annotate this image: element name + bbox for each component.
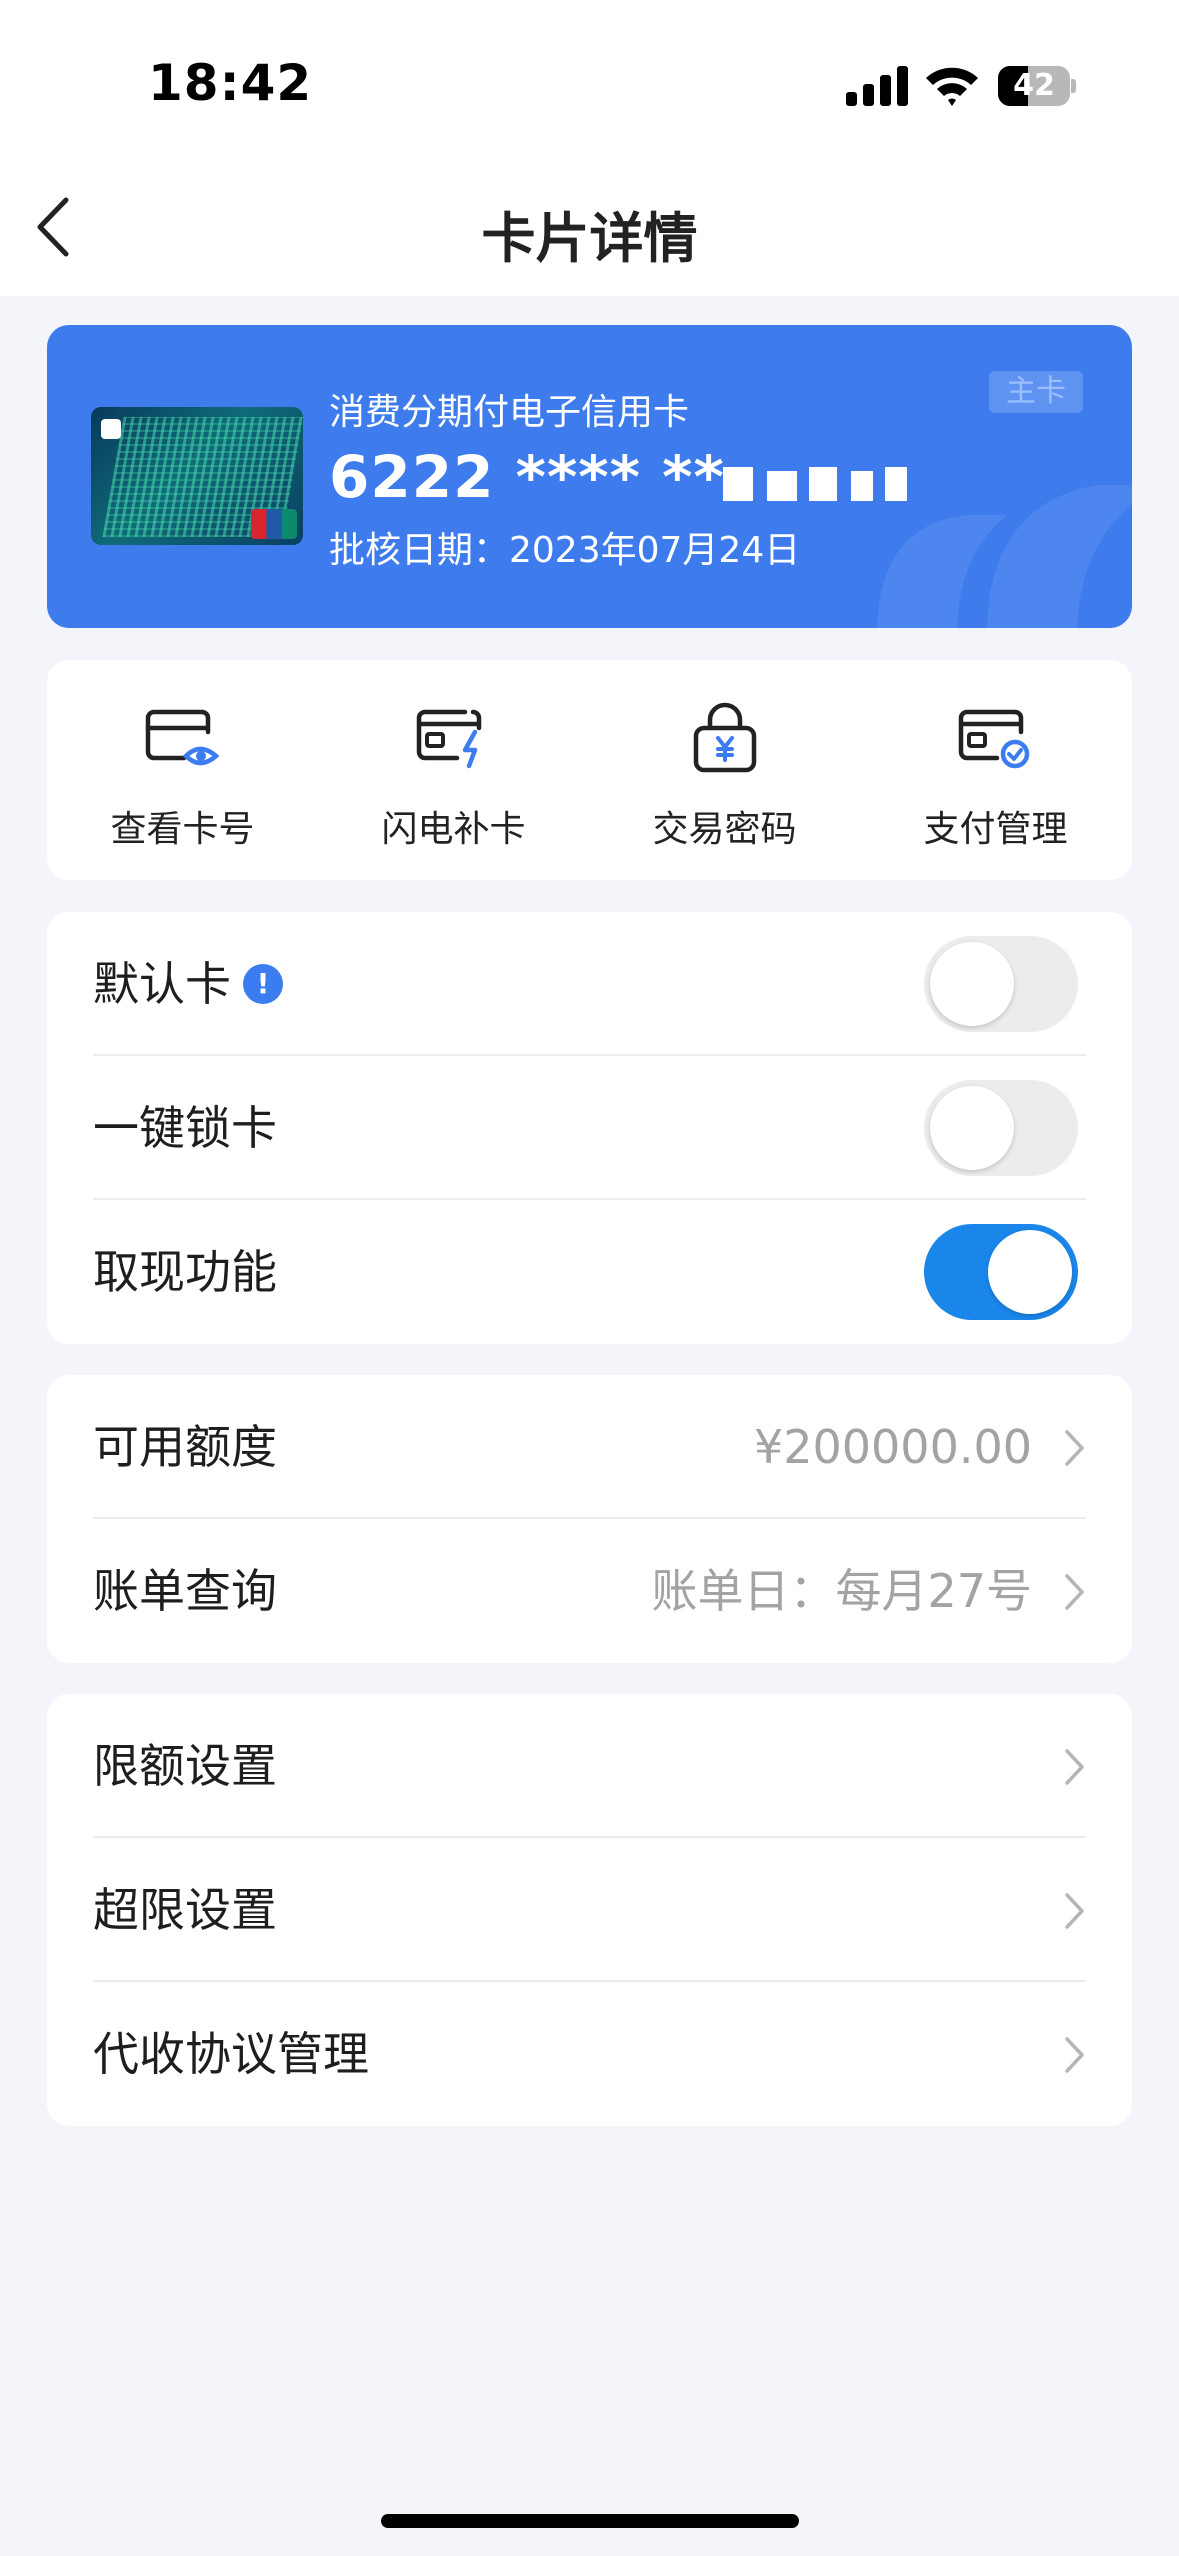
default-card-row: 默认卡 ! xyxy=(47,912,1132,1056)
page-title: 卡片详情 xyxy=(481,207,698,270)
bill-inquiry-label: 账单查询 xyxy=(93,1564,277,1618)
chevron-right-icon xyxy=(1065,1749,1084,1785)
bank-logo-icon xyxy=(101,417,171,439)
over-limit-settings-label: 超限设置 xyxy=(93,1883,277,1937)
card-check-icon xyxy=(958,709,1030,769)
account-info-group: 可用额度 ¥200000.00 账单查询 账单日：每月27号 xyxy=(47,1375,1132,1663)
action-label: 闪电补卡 xyxy=(381,809,526,850)
lock-yuan-icon xyxy=(693,702,757,773)
card-lightning-icon xyxy=(416,709,482,769)
card-banner[interactable]: 消费分期付电子信用卡 6222 **** ** 批核日期：2023年07月24日… xyxy=(47,325,1132,628)
info-icon[interactable]: ! xyxy=(243,964,283,1004)
status-time: 18:42 xyxy=(148,54,313,112)
available-credit-value: ¥200000.00 xyxy=(753,1420,1032,1474)
available-credit-row[interactable]: 可用额度 ¥200000.00 xyxy=(47,1375,1132,1519)
card-name: 消费分期付电子信用卡 xyxy=(329,392,690,433)
cash-withdrawal-toggle[interactable] xyxy=(924,1224,1078,1320)
over-limit-settings-row[interactable]: 超限设置 xyxy=(47,1838,1132,1982)
top-bar: 18:42 42 卡片详情 xyxy=(0,0,1179,296)
action-label: 交易密码 xyxy=(652,809,797,850)
quick-actions: 查看卡号 闪电补卡 交易密码 支付管理 xyxy=(47,660,1132,880)
available-credit-label: 可用额度 xyxy=(93,1420,277,1474)
cellular-signal-icon xyxy=(846,66,908,106)
collection-agreement-label: 代收协议管理 xyxy=(93,2027,369,2081)
action-label: 查看卡号 xyxy=(110,809,255,850)
lock-card-row: 一键锁卡 xyxy=(47,1056,1132,1200)
view-card-number-button[interactable]: 查看卡号 xyxy=(47,660,318,880)
card-number-redaction xyxy=(715,457,915,503)
main-card-badge: 主卡 xyxy=(989,371,1083,413)
unionpay-logo-icon xyxy=(251,509,297,539)
card-toggles-group: 默认卡 ! 一键锁卡 取现功能 xyxy=(47,912,1132,1344)
limit-settings-row[interactable]: 限额设置 xyxy=(47,1694,1132,1838)
chevron-right-icon xyxy=(1065,1893,1084,1929)
card-image xyxy=(91,407,303,545)
lock-card-label: 一键锁卡 xyxy=(93,1101,277,1155)
chevron-right-icon xyxy=(1065,1574,1084,1610)
collection-agreement-row[interactable]: 代收协议管理 xyxy=(47,1982,1132,2126)
battery-icon: 42 xyxy=(998,66,1076,106)
card-eye-icon xyxy=(145,709,220,766)
bill-inquiry-row[interactable]: 账单查询 账单日：每月27号 xyxy=(47,1519,1132,1663)
default-card-toggle[interactable] xyxy=(924,936,1078,1032)
transaction-password-button[interactable]: 交易密码 xyxy=(589,660,860,880)
card-approval-date: 批核日期：2023年07月24日 xyxy=(329,530,801,571)
chevron-right-icon xyxy=(1065,1430,1084,1466)
payment-management-button[interactable]: 支付管理 xyxy=(860,660,1131,880)
billing-day-value: 账单日：每月27号 xyxy=(651,1564,1032,1618)
home-indicator[interactable] xyxy=(381,2514,799,2528)
cash-withdrawal-row: 取现功能 xyxy=(47,1200,1132,1344)
action-label: 支付管理 xyxy=(923,809,1068,850)
wifi-icon xyxy=(926,67,978,106)
default-card-label: 默认卡 xyxy=(93,957,231,1011)
battery-level: 42 xyxy=(1013,68,1055,103)
instant-card-replacement-button[interactable]: 闪电补卡 xyxy=(318,660,589,880)
chevron-right-icon xyxy=(1065,2037,1084,2073)
lock-card-toggle[interactable] xyxy=(924,1080,1078,1176)
limit-settings-label: 限额设置 xyxy=(93,1739,277,1793)
settings-group: 限额设置 超限设置 代收协议管理 xyxy=(47,1694,1132,2126)
card-number: 6222 **** ** xyxy=(329,443,725,511)
cash-withdrawal-label: 取现功能 xyxy=(93,1245,277,1299)
